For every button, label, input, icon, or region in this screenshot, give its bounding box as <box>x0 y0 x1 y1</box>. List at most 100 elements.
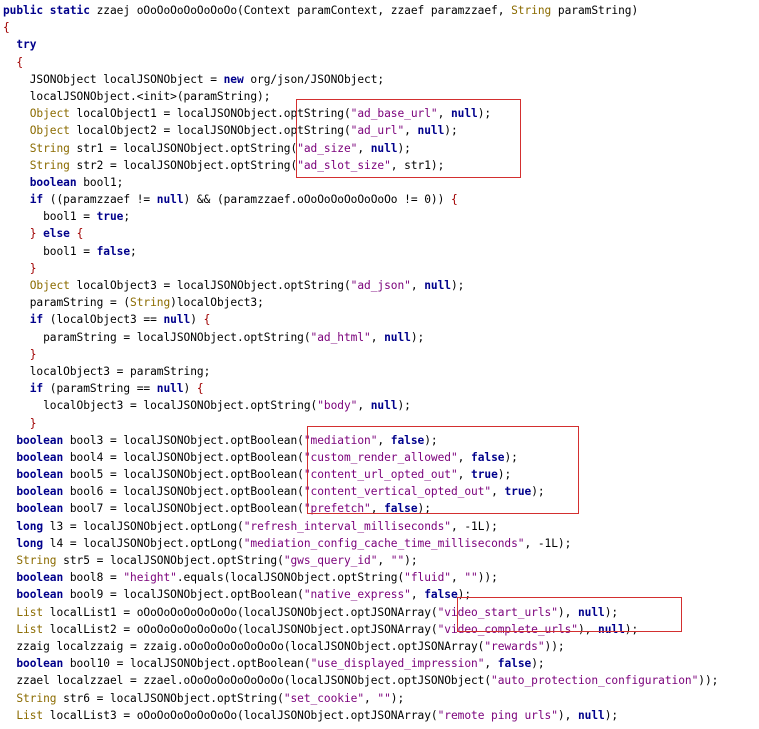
code-line: if (paramString == null) { <box>3 380 718 397</box>
code-line: zzaig localzzaig = zzaig.oOoOoOoOoOoOoOo… <box>3 638 718 655</box>
code-line: { <box>3 54 718 71</box>
code-token: { <box>76 227 84 241</box>
code-token: localJSONObject.<init>(paramString); <box>3 89 271 103</box>
code-token: localObject3 = localJSONObject.optString… <box>69 279 351 292</box>
code-line: String str1 = localJSONObject.optString(… <box>3 140 718 157</box>
code-token: localObject1 = localJSONObject.optString… <box>69 107 351 121</box>
code-line: Object localObject2 = localJSONObject.op… <box>3 122 718 139</box>
code-line: boolean bool1; <box>3 174 718 191</box>
code-token: String <box>29 141 70 155</box>
code-line: JSONObject localJSONObject = new org/jso… <box>3 71 718 88</box>
code-line: try <box>3 36 718 53</box>
code-line: Object localObject3 = localJSONObject.op… <box>3 277 718 294</box>
code-token: JSONObject localJSONObject = <box>3 72 224 86</box>
code-token: ); <box>417 502 431 516</box>
code-token: true <box>96 210 124 224</box>
code-token: String <box>29 158 70 172</box>
code-token: null <box>163 313 191 327</box>
code-token: List <box>16 708 44 722</box>
code-token: ); <box>390 691 405 705</box>
code-token: boolean <box>16 502 64 516</box>
code-token: public static <box>3 4 97 17</box>
code-line: long l3 = localJSONObject.optLong("refre… <box>3 518 718 535</box>
code-token: ); <box>450 279 465 292</box>
code-token: "gws_query_id" <box>283 554 378 567</box>
code-token: bool4 = localJSONObject.optBoolean( <box>63 450 304 464</box>
code-token: "" <box>390 554 405 567</box>
code-token: .equals(localJSONObject.optString( <box>176 571 405 585</box>
code-token: paramString = localJSONObject.optString( <box>3 330 311 344</box>
code-token: )); <box>698 674 719 688</box>
code-token: , <box>484 657 498 671</box>
code-token: "use_displayed_impression" <box>310 657 485 671</box>
code-token: zzaej oOoOoOoOoOoOoOo(Context paramConte… <box>96 4 512 17</box>
code-token: Object <box>29 124 70 138</box>
code-token: "rewards" <box>484 639 545 653</box>
code-token: localList1 = oOoOoOoOoOoOoOo(localJSONOb… <box>43 605 438 619</box>
code-token: { <box>203 313 211 327</box>
code-line: boolean bool4 = localJSONObject.optBoole… <box>3 449 718 466</box>
code-token: , <box>364 691 378 705</box>
code-token: l4 = localJSONObject.optLong( <box>43 536 244 550</box>
code-token: , <box>370 330 385 344</box>
code-line: boolean bool3 = localJSONObject.optBoole… <box>3 432 718 449</box>
code-line: boolean bool9 = localJSONObject.optBoole… <box>3 586 718 603</box>
code-token: boolean <box>16 433 64 447</box>
code-token: boolean <box>16 450 64 464</box>
code-token: ); <box>424 433 438 447</box>
code-token: , <box>370 502 385 516</box>
code-token: } <box>29 416 37 430</box>
code-token: ); <box>397 141 411 155</box>
code-token: "ad_url" <box>350 124 405 138</box>
code-line: boolean bool5 = localJSONObject.optBoole… <box>3 466 718 483</box>
code-token: else <box>43 227 70 241</box>
code-token: , <box>377 554 391 567</box>
code-token: "video_start_urls" <box>437 605 558 619</box>
code-token: null <box>417 124 445 138</box>
code-token: , <box>457 468 472 482</box>
code-token: (localObject3 == <box>43 313 164 327</box>
code-token: ); <box>604 708 619 722</box>
code-token: , <box>437 107 451 121</box>
code-token: long <box>16 519 44 533</box>
code-token: List <box>16 605 44 619</box>
code-token: boolean <box>16 571 64 585</box>
code-line: public static zzaej oOoOoOoOoOoOoOo(Cont… <box>3 2 718 19</box>
code-token: true <box>504 485 532 499</box>
code-token: , <box>457 450 472 464</box>
code-token: ; <box>130 244 137 258</box>
code-token: String <box>16 554 57 567</box>
code-line: localObject3 = paramString; <box>3 363 718 380</box>
code-line: localJSONObject.<init>(paramString); <box>3 88 718 105</box>
code-token: ); <box>477 107 492 121</box>
code-token: ); <box>397 399 411 413</box>
code-token: "native_express" <box>303 588 411 602</box>
code-token: true <box>471 468 498 482</box>
code-token: boolean <box>16 657 64 671</box>
code-token: , <box>410 588 425 602</box>
code-token: bool10 = localJSONObject.optBoolean( <box>63 657 311 671</box>
code-token: String <box>16 691 57 705</box>
code-token: null <box>384 330 411 344</box>
code-token: )); <box>544 639 565 653</box>
code-token: null <box>370 399 398 413</box>
code-token: "fluid" <box>404 571 451 585</box>
code-token: ); <box>457 588 472 602</box>
code-token: "ad_size" <box>297 141 358 155</box>
code-token: )); <box>477 571 498 585</box>
code-token: ) <box>183 382 197 396</box>
code-token: , <box>410 279 425 292</box>
code-token: ); <box>531 657 545 671</box>
code-token: { <box>450 193 458 207</box>
code-token: , -1L); <box>450 519 498 533</box>
